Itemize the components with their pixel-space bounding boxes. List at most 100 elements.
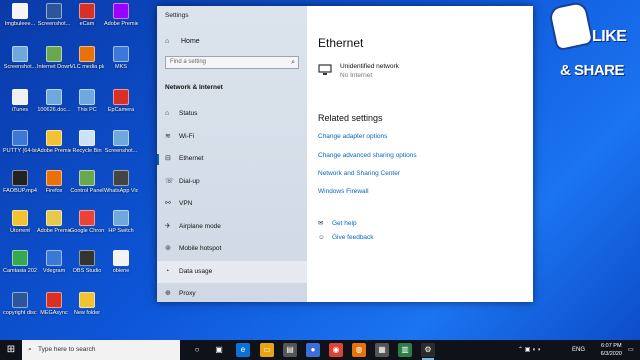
desktop-icon[interactable]: Screenshot... (3, 46, 37, 86)
get-help-link[interactable]: ✉ Get help (318, 219, 357, 227)
desktop-icon[interactable]: Utorrent (3, 210, 37, 250)
desktop-icon[interactable]: Vdegram (37, 250, 71, 290)
search-icon[interactable]: ⌕ (291, 57, 295, 68)
sidebar-item-status[interactable]: ⌂ Status (157, 103, 307, 126)
sidebar-item-airplane-mode[interactable]: ✈ Airplane mode (157, 216, 307, 239)
get-help-label: Get help (332, 220, 357, 227)
desktop-icon[interactable]: eCam (70, 3, 104, 43)
change-adapter-options-link[interactable]: Change adapter options (318, 133, 387, 140)
taskbar-search[interactable]: ⌕ Type here to search (22, 340, 180, 360)
desktop-icon-label: PUTTY (64-bit) (3, 148, 37, 154)
desktop-icon-label: Utorrent (10, 228, 30, 234)
store-icon[interactable]: ▤ (283, 343, 297, 357)
desktop-icon[interactable]: 100626.doc... (37, 89, 71, 129)
desktop-icon[interactable]: This PC (70, 89, 104, 129)
sidebar-item-label: Wi-Fi (179, 132, 195, 140)
desktop-icon[interactable]: copyright disclaimer... (3, 292, 37, 332)
desktop-icon[interactable]: FAOBUP.mp4 (3, 170, 37, 210)
desktop-icon[interactable]: MKS (104, 46, 138, 86)
desktop-icon-label: HP Switch (108, 228, 134, 234)
cortana-icon[interactable]: ○ (190, 343, 204, 357)
file-explorer-icon[interactable]: ▭ (260, 343, 274, 357)
desktop-icon-glyph (79, 210, 95, 226)
desktop-icon-label: Imgbuleee... (4, 21, 36, 27)
help-icon: ✉ (318, 220, 324, 227)
chrome-icon[interactable]: ◉ (329, 343, 343, 357)
sidebar-item-proxy[interactable]: ⊕ Proxy (157, 283, 307, 306)
desktop-icon-glyph (113, 210, 129, 226)
sidebar-item-ethernet[interactable]: ⊟ Ethernet (157, 148, 307, 171)
settings-taskbar-icon[interactable]: ⚙ (421, 343, 435, 360)
language-indicator[interactable]: ENG (572, 340, 585, 360)
desktop-icon[interactable]: Imgbuleee... (3, 3, 37, 43)
sidebar-item-data-usage[interactable]: ◔ Data usage (157, 260, 307, 283)
desktop-icon[interactable]: Internet Downlo... (37, 46, 71, 86)
task-view-icon[interactable]: ▣ (212, 343, 226, 357)
sidebar-item-label: VPN (179, 200, 193, 207)
desktop-icon[interactable]: obiene (104, 250, 138, 290)
desktop: Imgbuleee... Screenshot... iTunes PUTTY (64… (0, 0, 160, 340)
taskbar: ⊞ ⌕ Type here to search ○ ▣ e ▭ ▤ ● ◉ ◍ ▦… (0, 340, 640, 360)
give-feedback-link[interactable]: ☺ Give feedback (318, 234, 374, 241)
desktop-icon[interactable]: Camtasia 2020 (3, 250, 37, 290)
desktop-icon-label: Screenshot... (104, 148, 138, 154)
desktop-icon-glyph (12, 170, 28, 186)
desktop-icon-label: Screenshot... (3, 64, 37, 70)
desktop-icon[interactable]: Screenshot... (104, 130, 138, 170)
desktop-icon[interactable]: HP Switch (104, 210, 138, 250)
network-sharing-center-link[interactable]: Network and Sharing Center (318, 170, 400, 177)
find-setting-input[interactable]: Find a setting ⌕ (165, 56, 299, 69)
desktop-icon[interactable]: Recycle Bin (70, 130, 104, 170)
windows-firewall-link[interactable]: Windows Firewall (318, 188, 369, 195)
start-button[interactable]: ⊞ (0, 340, 22, 360)
desktop-icon[interactable]: WhatsApp Video 2020... (104, 170, 138, 210)
sidebar-item-wi-fi[interactable]: ≋ Wi-Fi (157, 126, 307, 149)
sidebar-item-vpn[interactable]: ⚯ VPN (157, 193, 307, 216)
home-icon: ⌂ (165, 38, 170, 45)
home-link[interactable]: ⌂ Home (165, 38, 200, 45)
ethernet-icon: ⊟ (165, 155, 171, 162)
desktop-icon[interactable]: Firefox (37, 170, 71, 210)
desktop-icon-glyph (46, 89, 62, 105)
desktop-icon[interactable]: EpCamera (104, 89, 138, 129)
desktop-icon-label: eCam (79, 21, 95, 27)
desktop-icon[interactable]: OBS Studio (70, 250, 104, 290)
desktop-icon-glyph (46, 250, 62, 266)
notification-icon[interactable]: ▭ (628, 340, 634, 360)
desktop-icon[interactable]: VLC media player (70, 46, 104, 86)
clock-time: 6:07 PM (601, 343, 622, 349)
edge-icon[interactable]: e (236, 343, 250, 357)
proxy-icon: ⊕ (165, 290, 171, 297)
search-placeholder: Find a setting (170, 59, 207, 65)
sidebar-item-mobile-hotspot[interactable]: ⊚ Mobile hotspot (157, 238, 307, 261)
desktop-icon[interactable]: Google Chrome (70, 210, 104, 250)
desktop-icon[interactable]: MEGAsync (37, 292, 71, 332)
sidebar-item-label: Data usage (179, 267, 213, 275)
settings-content: Ethernet Unidentified network No Interne… (307, 6, 533, 302)
desktop-icon[interactable]: Adobe Premiere P... (104, 3, 138, 43)
desktop-icon-glyph (46, 170, 62, 186)
change-sharing-options-link[interactable]: Change advanced sharing options (318, 152, 417, 159)
desktop-icon-label: MKS (115, 64, 127, 70)
clock[interactable]: 6:07 PM 6/3/2020 (601, 342, 622, 358)
desktop-icon-glyph (79, 170, 95, 186)
desktop-icon[interactable]: PUTTY (64-bit) (3, 130, 37, 170)
desktop-icon[interactable]: Adobe Premiere P... (37, 210, 71, 250)
desktop-icon[interactable]: Screenshot... (37, 3, 71, 43)
desktop-icon[interactable]: Adobe Premiere P... (37, 130, 71, 170)
sidebar-item-dial-up[interactable]: ☏ Dial-up (157, 171, 307, 194)
firefox-icon[interactable]: ◍ (352, 343, 366, 357)
sidebar-item-label: Dial-up (179, 177, 200, 185)
desktop-icon-glyph (79, 89, 95, 105)
desktop-icon[interactable]: New folder (70, 292, 104, 332)
app-icon-2[interactable]: ▥ (398, 343, 412, 357)
search-icon: ⌕ (28, 346, 32, 353)
desktop-icon-glyph (46, 292, 62, 308)
desktop-icon-glyph (113, 3, 129, 19)
app-icon[interactable]: ● (306, 343, 320, 357)
camera-icon[interactable]: ▦ (375, 343, 389, 357)
desktop-icon[interactable]: iTunes (3, 89, 37, 129)
desktop-icon-glyph (113, 170, 129, 186)
desktop-icon[interactable]: Control Panel (70, 170, 104, 210)
tray-icons[interactable]: ⌃ ▣ ◖ ◗ (518, 340, 541, 360)
